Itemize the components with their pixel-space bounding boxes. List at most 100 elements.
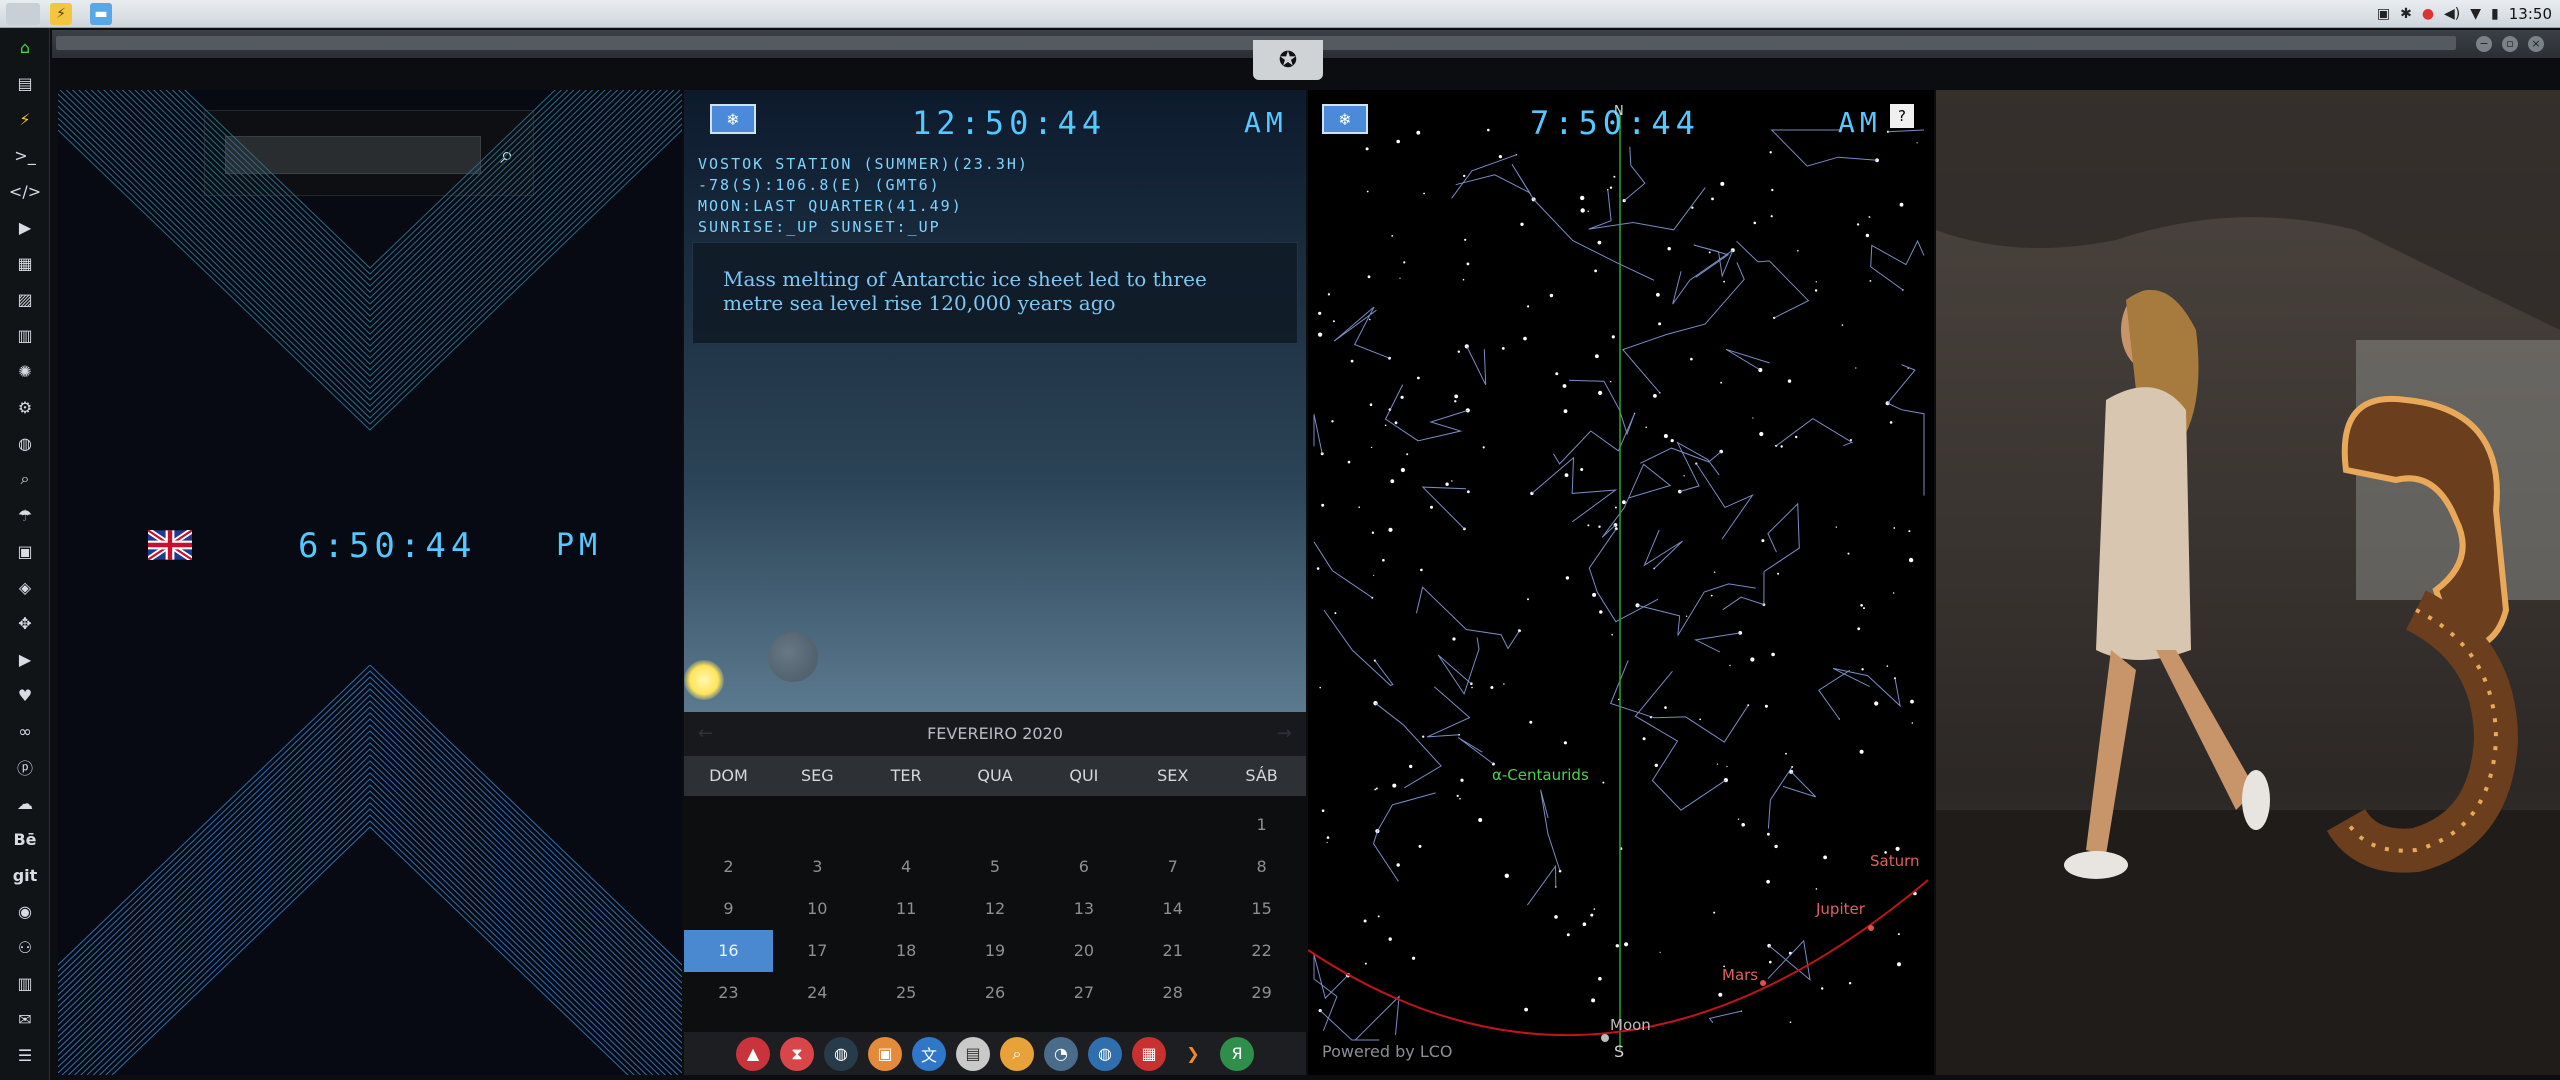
prev-month-icon[interactable]: ← bbox=[698, 712, 713, 756]
calendar-day[interactable]: 18 bbox=[862, 930, 951, 972]
calendar-icon[interactable]: ▦ bbox=[1132, 1036, 1166, 1071]
star-chart[interactable] bbox=[1308, 90, 1934, 1075]
calendar-day[interactable]: 20 bbox=[1039, 930, 1128, 972]
search-icon[interactable]: ⌕ bbox=[10, 464, 40, 494]
tag-icon[interactable]: ◈ bbox=[10, 572, 40, 602]
globe-icon[interactable]: ◍ bbox=[10, 428, 40, 458]
news-headline[interactable]: Mass melting of Antarctic ice sheet led … bbox=[692, 242, 1298, 344]
news-icon[interactable]: ▤ bbox=[956, 1036, 990, 1071]
gear-icon[interactable]: ⚙ bbox=[10, 392, 40, 422]
close-icon[interactable]: × bbox=[2528, 36, 2544, 52]
code-icon[interactable]: </> bbox=[9, 176, 41, 206]
calendar-day[interactable]: 11 bbox=[862, 888, 951, 930]
calendar-day[interactable]: 22 bbox=[1217, 930, 1306, 972]
earth-icon[interactable]: ◍ bbox=[824, 1036, 858, 1071]
calendar-day[interactable]: 19 bbox=[951, 930, 1040, 972]
aperture-icon[interactable]: ✺ bbox=[10, 356, 40, 386]
hourglass-icon[interactable]: ⧗ bbox=[780, 1036, 814, 1071]
star bbox=[1726, 765, 1728, 768]
calendar-day[interactable]: 27 bbox=[1039, 972, 1128, 1014]
minimize-icon[interactable]: − bbox=[2476, 36, 2492, 52]
home-icon[interactable]: ⌂ bbox=[10, 32, 40, 62]
cloud-icon[interactable]: ☁ bbox=[10, 788, 40, 818]
lightning-icon[interactable]: ⚡ bbox=[10, 104, 40, 134]
star bbox=[1614, 506, 1617, 509]
bluetooth-icon[interactable]: ✱ bbox=[2400, 6, 2412, 22]
expand-icon[interactable]: ✥ bbox=[10, 608, 40, 638]
image-icon[interactable]: ▨ bbox=[10, 284, 40, 314]
calendar-day[interactable]: 24 bbox=[773, 972, 862, 1014]
star bbox=[1815, 281, 1817, 283]
rebel-alliance-icon[interactable]: ✪ bbox=[1253, 40, 1323, 80]
calendar-day[interactable]: 25 bbox=[862, 972, 951, 1014]
terminal-icon[interactable]: >_ bbox=[10, 140, 40, 170]
calendar-day[interactable]: 28 bbox=[1128, 972, 1217, 1014]
mail-icon[interactable]: ✉ bbox=[10, 1004, 40, 1034]
sublime-icon[interactable]: ⚡ bbox=[50, 3, 72, 25]
arrow-icon[interactable]: ▲ bbox=[736, 1036, 770, 1071]
play-icon[interactable]: ▶ bbox=[10, 212, 40, 242]
star bbox=[1375, 787, 1378, 790]
sublime-icon[interactable]: ❯ bbox=[1176, 1037, 1210, 1071]
calendar-day[interactable]: 26 bbox=[951, 972, 1040, 1014]
star bbox=[1590, 913, 1594, 917]
calendar-day[interactable]: 23 bbox=[684, 972, 773, 1014]
translate-icon[interactable]: 文 bbox=[912, 1036, 946, 1071]
people-icon[interactable]: ⚇ bbox=[10, 932, 40, 962]
search-icon[interactable]: ⌕ bbox=[1000, 1036, 1034, 1071]
wifi-icon[interactable]: ▼ bbox=[2470, 6, 2481, 22]
star bbox=[1610, 381, 1612, 383]
calendar-day[interactable]: 12 bbox=[951, 888, 1040, 930]
folder-icon[interactable]: ▬ bbox=[90, 3, 112, 25]
calendar-day[interactable]: 1 bbox=[1217, 804, 1306, 846]
image-icon[interactable]: ▣ bbox=[2377, 6, 2390, 22]
calendar-day[interactable]: 29 bbox=[1217, 972, 1306, 1014]
record-icon[interactable]: ● bbox=[2422, 6, 2434, 22]
contacts-icon[interactable]: ▦ bbox=[10, 248, 40, 278]
battery-icon[interactable]: ▮ bbox=[2491, 6, 2499, 22]
pinterest-icon[interactable]: ⓟ bbox=[10, 752, 40, 782]
app-launcher-button[interactable] bbox=[6, 3, 40, 25]
infinity-icon[interactable]: ∞ bbox=[10, 716, 40, 746]
calendar-day[interactable]: 8 bbox=[1217, 846, 1306, 888]
calendar-day[interactable]: 17 bbox=[773, 930, 862, 972]
calendar-day[interactable]: 9 bbox=[684, 888, 773, 930]
calendar-day[interactable]: 2 bbox=[684, 846, 773, 888]
clock-icon[interactable]: ◔ bbox=[1044, 1036, 1078, 1071]
behance-icon[interactable]: Bē bbox=[10, 824, 40, 854]
id-card-icon[interactable]: ▣ bbox=[10, 536, 40, 566]
news-icon[interactable]: ▥ bbox=[10, 320, 40, 350]
calendar-day[interactable]: 7 bbox=[1128, 846, 1217, 888]
calendar-day[interactable]: 5 bbox=[951, 846, 1040, 888]
volume-icon[interactable]: ◀) bbox=[2444, 6, 2460, 22]
list-icon[interactable]: ☰ bbox=[10, 1040, 40, 1070]
constellation-line bbox=[1870, 239, 1925, 291]
map-icon[interactable]: ▥ bbox=[10, 968, 40, 998]
photos-icon[interactable]: ▣ bbox=[868, 1036, 902, 1071]
calendar-day[interactable]: 4 bbox=[862, 846, 951, 888]
calendar-day[interactable]: 21 bbox=[1128, 930, 1217, 972]
calendar-day[interactable]: 15 bbox=[1217, 888, 1306, 930]
next-month-icon[interactable]: → bbox=[1277, 712, 1292, 756]
help-button[interactable]: ? bbox=[1890, 104, 1914, 128]
star bbox=[1611, 335, 1615, 339]
heart-icon[interactable]: ♥ bbox=[10, 680, 40, 710]
system-clock[interactable]: 13:50 bbox=[2509, 5, 2552, 23]
calendar-day[interactable]: 10 bbox=[773, 888, 862, 930]
github-icon[interactable]: ◉ bbox=[10, 896, 40, 926]
star bbox=[1520, 222, 1524, 226]
youtube-icon[interactable]: ▶ bbox=[10, 644, 40, 674]
calendar-day[interactable]: 14 bbox=[1128, 888, 1217, 930]
calendar-day[interactable]: 3 bbox=[773, 846, 862, 888]
calendar-day[interactable]: 13 bbox=[1039, 888, 1128, 930]
calendar-day[interactable]: 16 bbox=[684, 930, 773, 972]
document-icon[interactable]: ▤ bbox=[10, 68, 40, 98]
calendar-week-row: 2345678 bbox=[684, 846, 1306, 888]
calendar-day[interactable]: 6 bbox=[1039, 846, 1128, 888]
calendar-empty-cell bbox=[684, 804, 773, 846]
umbrella-icon[interactable]: ☂ bbox=[10, 500, 40, 530]
yandex-icon[interactable]: Я bbox=[1220, 1036, 1254, 1071]
git-icon[interactable]: git bbox=[10, 860, 40, 890]
globe-icon[interactable]: ◍ bbox=[1088, 1036, 1122, 1071]
maximize-icon[interactable]: ▫ bbox=[2502, 36, 2518, 52]
